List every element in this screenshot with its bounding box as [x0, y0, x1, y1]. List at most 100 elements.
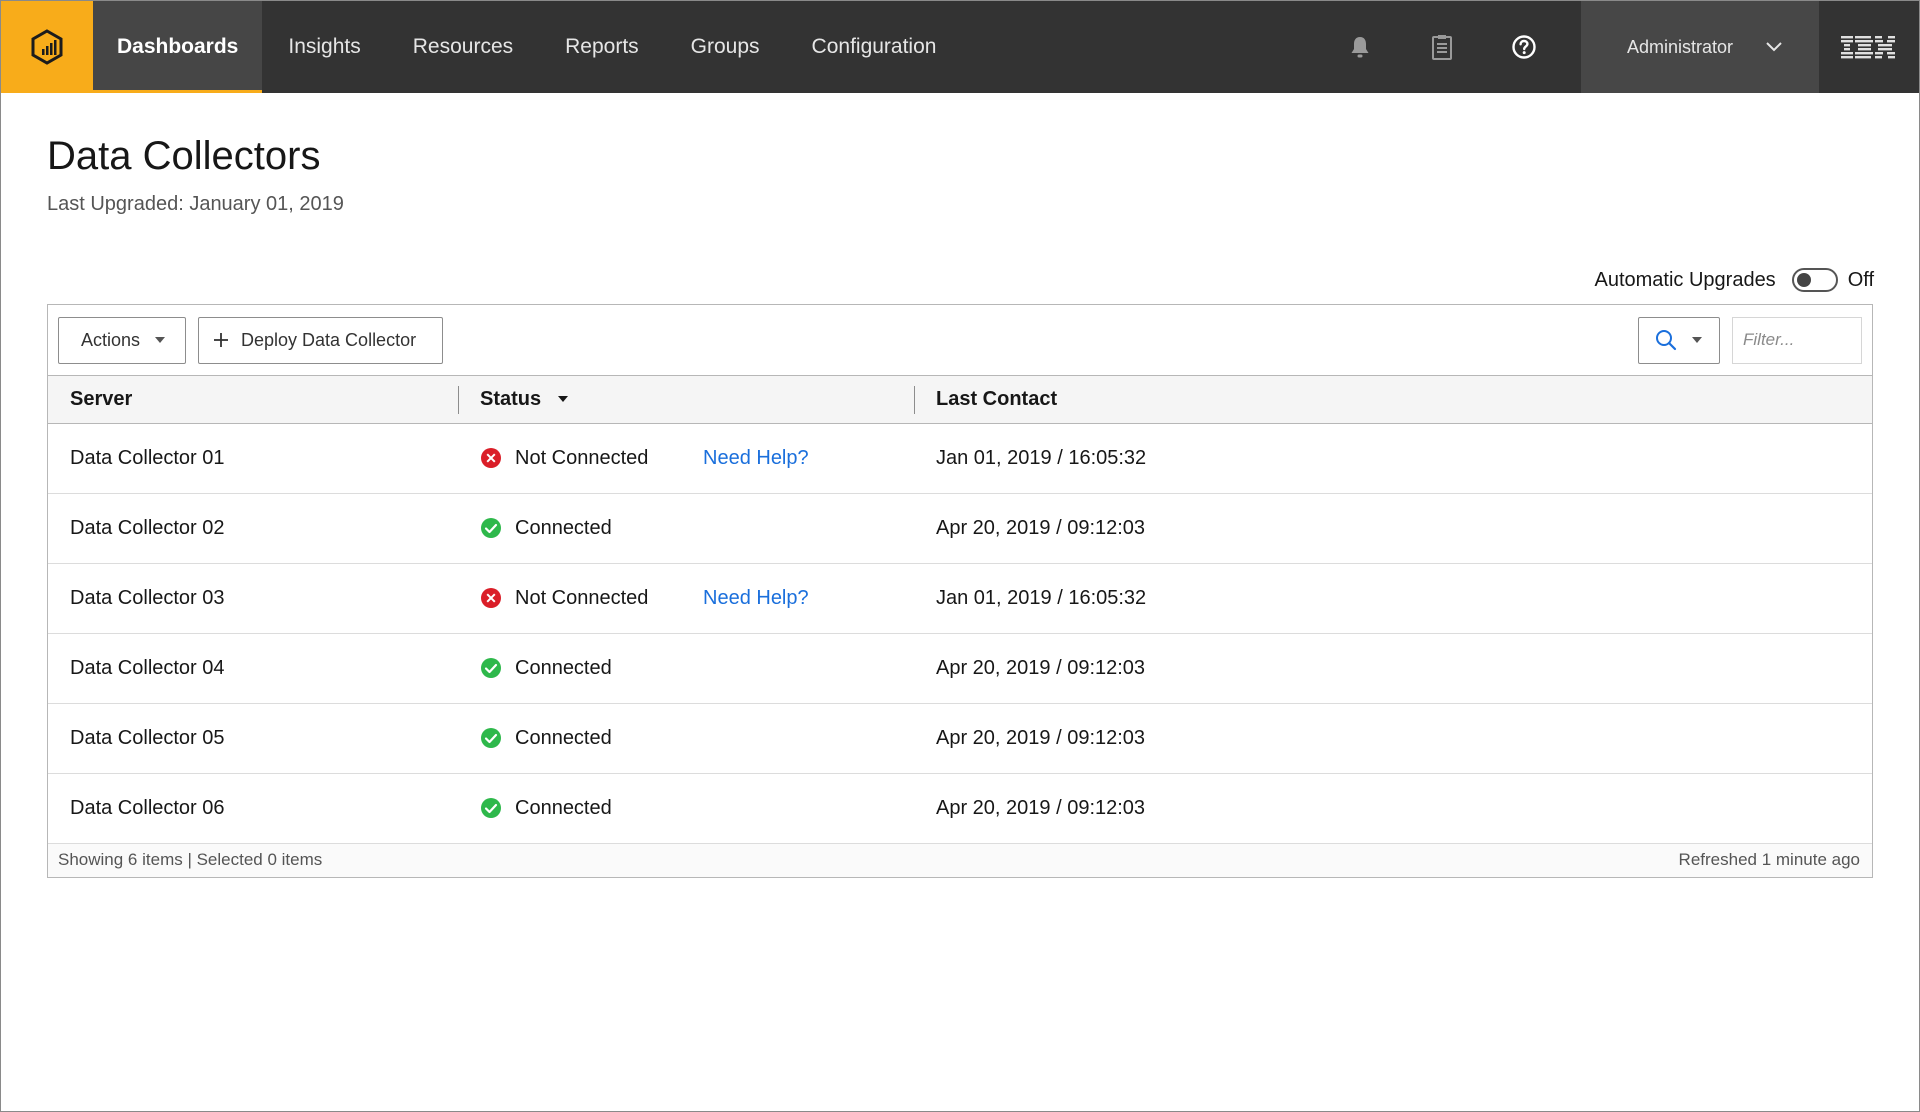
- error-circle-icon: [481, 588, 501, 608]
- table-row[interactable]: Data Collector 02 Connected Apr 20, 2019 /…: [48, 493, 1872, 563]
- help-button[interactable]: [1483, 1, 1565, 93]
- status-icon: [480, 517, 502, 539]
- nav-item-reports[interactable]: Reports: [539, 1, 665, 93]
- status-wrap: Not Connected Need Help?: [480, 447, 914, 470]
- ibm-logo-icon: [1841, 36, 1895, 59]
- status-text: Connected: [515, 726, 612, 749]
- cell-server: Data Collector 06: [70, 796, 225, 819]
- nav-item-dashboards[interactable]: Dashboards: [93, 1, 263, 93]
- help-icon: [1512, 35, 1536, 59]
- tasks-button[interactable]: [1401, 1, 1483, 93]
- cell-status: Connected: [458, 633, 914, 703]
- deploy-data-collector-button[interactable]: Deploy Data Collector: [198, 316, 443, 364]
- actions-button[interactable]: Actions: [58, 316, 186, 364]
- status-wrap: Connected: [480, 657, 914, 680]
- table-row[interactable]: Data Collector 06 Connected Apr 20, 2019 /…: [48, 773, 1872, 843]
- cell-status: Connected: [458, 493, 914, 563]
- table-row[interactable]: Data Collector 01 Not Connected Need Help?…: [48, 423, 1872, 493]
- check-circle-icon: [481, 518, 501, 538]
- cell-status: Not Connected Need Help?: [458, 563, 914, 633]
- deploy-label: Deploy Data Collector: [241, 329, 417, 350]
- top-nav: Dashboards Insights Resources Reports Gr…: [1, 1, 1919, 93]
- nav-item-configuration[interactable]: Configuration: [786, 1, 963, 93]
- table-row[interactable]: Data Collector 05 Connected Apr 20, 2019 /…: [48, 703, 1872, 773]
- need-help-link[interactable]: Need Help?: [703, 587, 809, 610]
- table-body: Data Collector 01 Not Connected Need Help?…: [48, 423, 1872, 843]
- table-row[interactable]: Data Collector 03 Not Connected Need Help?…: [48, 563, 1872, 633]
- cell-status: Connected: [458, 703, 914, 773]
- status-text: Connected: [515, 796, 612, 819]
- auto-upgrades: Automatic Upgrades Off: [1594, 268, 1874, 292]
- nav-right: Administrator: [1319, 1, 1919, 93]
- cell-server: Data Collector 02: [70, 516, 225, 539]
- data-collectors-table: Server Status Last Contact Data Collecto…: [48, 376, 1872, 844]
- cell-server: Data Collector 04: [70, 656, 225, 679]
- data-collectors-table-panel: Actions Deploy Data Collector Filter... …: [47, 304, 1873, 878]
- check-circle-icon: [481, 798, 501, 818]
- column-header-server[interactable]: Server: [48, 376, 458, 423]
- table-row[interactable]: Data Collector 04 Connected Apr 20, 2019 /…: [48, 633, 1872, 703]
- cell-last-contact: Apr 20, 2019 / 09:12:03: [936, 516, 1146, 539]
- app-logo[interactable]: [1, 1, 93, 93]
- auto-upgrades-state: Off: [1847, 268, 1874, 291]
- cell-last-contact: Apr 20, 2019 / 09:12:03: [936, 796, 1146, 819]
- status-icon: [480, 727, 502, 749]
- nav-item-insights[interactable]: Insights: [262, 1, 386, 93]
- toggle-knob: [1796, 273, 1811, 287]
- table-toolbar: Actions Deploy Data Collector: [48, 305, 1872, 376]
- column-divider[interactable]: [914, 386, 915, 414]
- auto-upgrades-label: Automatic Upgrades: [1594, 268, 1776, 291]
- user-name: Administrator: [1627, 36, 1734, 57]
- nav-item-resources[interactable]: Resources: [387, 1, 539, 93]
- status-text: Not Connected: [515, 586, 649, 609]
- user-menu[interactable]: Administrator: [1581, 1, 1819, 93]
- caret-down-icon: [155, 337, 166, 343]
- notifications-button[interactable]: [1319, 1, 1401, 93]
- check-circle-icon: [481, 728, 501, 748]
- clipboard-icon: [1432, 35, 1452, 60]
- filter-input[interactable]: [1732, 316, 1862, 364]
- chevron-down-icon: [1766, 42, 1782, 52]
- cell-server: Data Collector 01: [70, 446, 225, 469]
- auto-upgrades-toggle[interactable]: [1791, 268, 1838, 292]
- table-footer: Showing 6 items | Selected 0 items Refre…: [48, 843, 1872, 877]
- status-icon: [480, 657, 502, 679]
- status-wrap: Not Connected Need Help?: [480, 587, 914, 610]
- status-text: Connected: [515, 656, 612, 679]
- cell-status: Not Connected Need Help?: [458, 423, 914, 493]
- nav-item-groups[interactable]: Groups: [665, 1, 786, 93]
- status-wrap: Connected: [480, 727, 914, 750]
- refresh-status: Refreshed 1 minute ago: [1678, 850, 1860, 869]
- table-header-row: Server Status Last Contact: [48, 376, 1872, 423]
- bell-icon: [1351, 37, 1369, 58]
- page-title: Data Collectors: [47, 134, 321, 178]
- actions-label: Actions: [81, 329, 141, 350]
- cell-last-contact: Apr 20, 2019 / 09:12:03: [936, 656, 1146, 679]
- column-divider[interactable]: [458, 386, 459, 414]
- status-icon: [480, 447, 502, 469]
- cell-server: Data Collector 05: [70, 726, 225, 749]
- status-wrap: Connected: [480, 517, 914, 540]
- search-icon: [1656, 330, 1677, 351]
- search-options-button[interactable]: [1638, 316, 1720, 364]
- ibm-logo: [1819, 1, 1919, 93]
- column-header-status[interactable]: Status: [458, 376, 914, 423]
- cell-last-contact: Jan 01, 2019 / 16:05:32: [936, 446, 1147, 469]
- status-text: Not Connected: [515, 446, 649, 469]
- cell-last-contact: Jan 01, 2019 / 16:05:32: [936, 586, 1147, 609]
- cell-server: Data Collector 03: [70, 586, 225, 609]
- status-icon: [480, 797, 502, 819]
- need-help-link[interactable]: Need Help?: [703, 447, 809, 470]
- nav-items: Dashboards Insights Resources Reports Gr…: [93, 1, 962, 93]
- caret-down-icon: [1692, 337, 1702, 343]
- column-header-last-contact[interactable]: Last Contact: [914, 376, 1872, 423]
- status-text: Connected: [515, 516, 612, 539]
- app-logo-icon: [31, 29, 63, 65]
- check-circle-icon: [481, 658, 501, 678]
- table-summary: Showing 6 items | Selected 0 items: [58, 850, 323, 869]
- cell-last-contact: Apr 20, 2019 / 09:12:03: [936, 726, 1146, 749]
- sort-caret-icon: [557, 396, 568, 403]
- cell-status: Connected: [458, 773, 914, 843]
- plus-icon: [214, 333, 228, 347]
- page-subtitle: Last Upgraded: January 01, 2019: [47, 193, 344, 215]
